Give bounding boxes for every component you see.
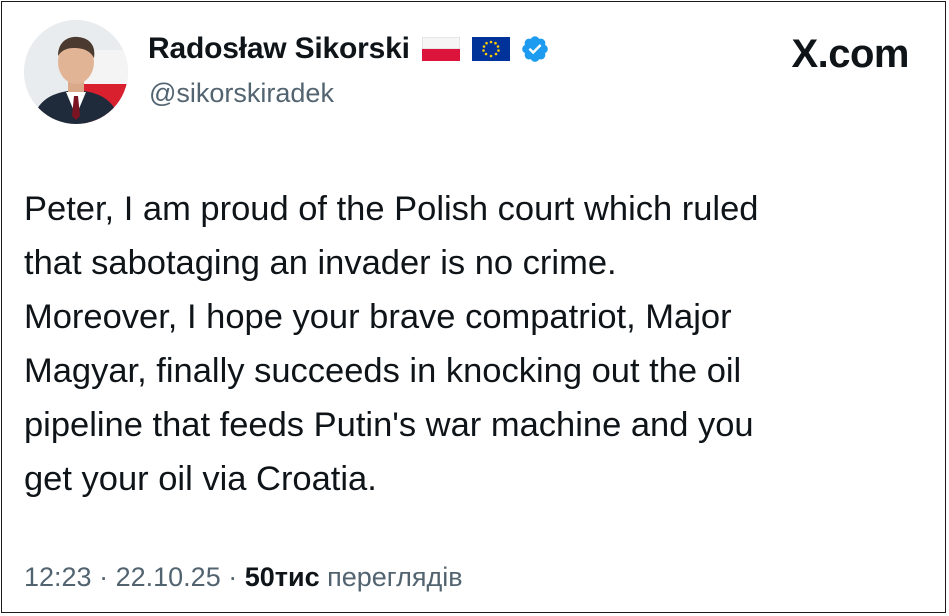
tweet-meta: 12:23 · 22.10.25 · 50тис переглядів [24,562,463,593]
author-display-name[interactable]: Radosław Sikorski [148,32,410,66]
author-handle[interactable]: @sikorskiradek [149,78,334,109]
tweet-time[interactable]: 12:23 [24,562,92,592]
x-com-brand-label: X.com [791,32,909,76]
verified-badge-icon[interactable] [520,34,550,64]
author-name-row: Radosław Sikorski [148,29,550,69]
avatar[interactable] [24,20,128,124]
tweet-text: Peter, I am proud of the Polish court wh… [24,190,759,498]
flag-poland-icon [421,37,460,61]
tweet-card: Radosław Sikorski @sikorskiradek X.com P… [1,1,946,613]
tweet-date[interactable]: 22.10.25 [116,562,221,592]
views-label: переглядів [327,562,463,592]
meta-separator: · [228,562,238,592]
avatar-image [24,20,128,124]
meta-separator: · [99,562,109,592]
flag-eu-icon [471,37,510,61]
views-count[interactable]: 50тис [245,562,320,592]
